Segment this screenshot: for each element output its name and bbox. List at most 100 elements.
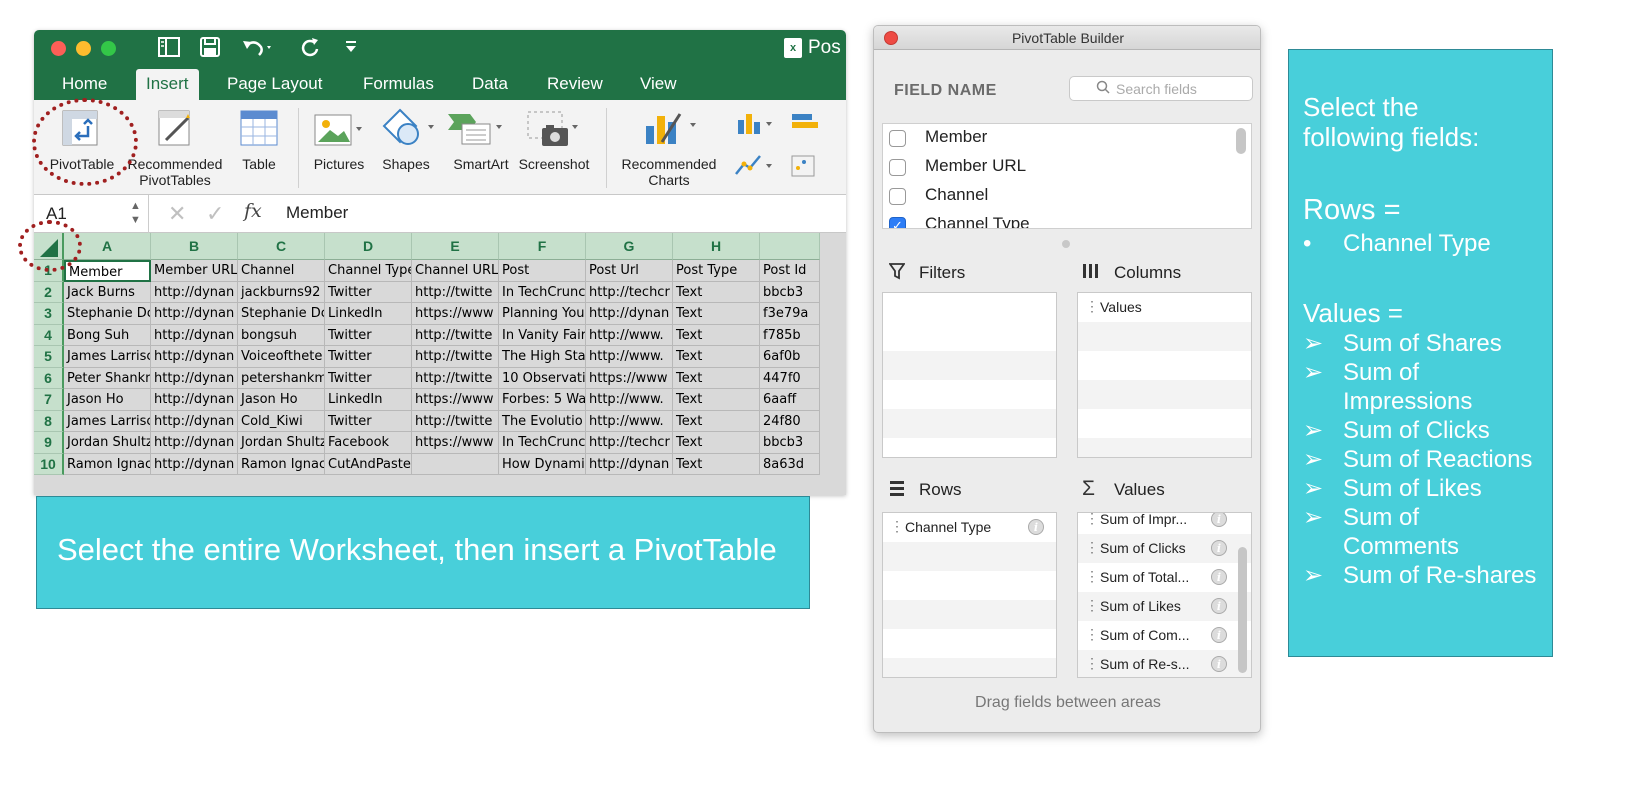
insert-function-icon[interactable]: fx	[244, 200, 262, 222]
row-header[interactable]: 5	[34, 346, 64, 368]
table-cell[interactable]: http://twitte	[412, 324, 499, 346]
tab-insert[interactable]: Insert	[136, 69, 199, 100]
confirm-icon[interactable]: ✓	[206, 201, 224, 227]
row-header[interactable]: 6	[34, 367, 64, 389]
tab-view[interactable]: View	[630, 69, 687, 100]
table-cell[interactable]: http://dynan	[151, 432, 238, 454]
save-icon[interactable]	[200, 37, 220, 62]
table-cell[interactable]: Bong Suh	[64, 324, 151, 346]
info-icon[interactable]: i	[1211, 569, 1227, 585]
columns-item-values[interactable]: ⋮ Values	[1078, 293, 1251, 322]
info-icon[interactable]: i	[1211, 598, 1227, 614]
values-scrollbar[interactable]	[1238, 547, 1247, 673]
table-cell[interactable]: Stephanie Dc	[238, 303, 325, 325]
info-icon[interactable]: i	[1211, 540, 1227, 556]
redo-icon[interactable]	[300, 37, 320, 62]
table-cell[interactable]: Planning You	[499, 303, 586, 325]
drag-grip-icon[interactable]: ⋮	[1085, 513, 1099, 527]
table-cell[interactable]: Jason Ho	[64, 389, 151, 411]
table-button[interactable]: Table	[234, 156, 284, 172]
column-header[interactable]: B	[151, 233, 238, 260]
table-cell[interactable]: Text	[673, 303, 760, 325]
table-cell[interactable]: Cold_Kiwi	[238, 410, 325, 432]
table-cell[interactable]: Voiceofthete	[238, 346, 325, 368]
table-cell[interactable]: http://twitte	[412, 346, 499, 368]
table-cell[interactable]: http://dynan	[151, 453, 238, 475]
table-cell[interactable]: http://techcr	[586, 432, 673, 454]
info-icon[interactable]: i	[1028, 519, 1044, 535]
table-cell[interactable]: The High Sta	[499, 346, 586, 368]
field-item-member[interactable]: Member	[883, 124, 1233, 153]
table-cell[interactable]: http://dynan	[586, 453, 673, 475]
tab-review[interactable]: Review	[537, 69, 613, 100]
minimize-window-button[interactable]	[76, 41, 91, 56]
table-cell[interactable]: https://www	[412, 432, 499, 454]
values-area[interactable]: ⋮ Sum of Impr... i ⋮ Sum of Clicks i ⋮ S…	[1077, 512, 1252, 678]
smartart-icon[interactable]	[446, 112, 506, 151]
table-cell[interactable]: Post Type	[673, 260, 760, 282]
table-cell[interactable]: http://dynan	[151, 346, 238, 368]
table-cell[interactable]: Jordan Shultz	[64, 432, 151, 454]
drag-grip-icon[interactable]: ⋮	[1085, 568, 1099, 585]
table-cell[interactable]: Text	[673, 432, 760, 454]
table-cell[interactable]: Text	[673, 367, 760, 389]
table-cell[interactable]: http://dynan	[151, 389, 238, 411]
row-header[interactable]: 2	[34, 281, 64, 303]
close-window-button[interactable]	[51, 41, 66, 56]
values-item[interactable]: ⋮ Sum of Com... i	[1078, 621, 1251, 650]
shapes-icon[interactable]	[382, 108, 436, 153]
table-cell[interactable]: http://twitte	[412, 367, 499, 389]
recommended-pivottables-button[interactable]: Recommended PivotTables	[120, 156, 230, 188]
undo-icon[interactable]	[241, 37, 275, 62]
rows-item-channel-type[interactable]: ⋮ Channel Type i	[883, 513, 1056, 542]
pictures-icon[interactable]	[314, 114, 364, 151]
table-cell[interactable]: Peter Shankr	[64, 367, 151, 389]
table-cell[interactable]: Forbes: 5 Wa	[499, 389, 586, 411]
table-cell[interactable]: Text	[673, 410, 760, 432]
recommended-charts-icon[interactable]	[644, 108, 700, 153]
table-cell[interactable]: Twitter	[325, 346, 412, 368]
table-cell[interactable]: Channel Type	[325, 260, 412, 282]
cancel-icon[interactable]: ✕	[168, 201, 186, 227]
zoom-window-button[interactable]	[101, 41, 116, 56]
table-cell[interactable]: bbcb3	[760, 281, 820, 303]
column-chart-icon[interactable]	[736, 112, 776, 141]
field-list-scrollbar[interactable]	[1236, 128, 1246, 154]
table-cell[interactable]: http://twitte	[412, 410, 499, 432]
table-cell[interactable]: In TechCrunc	[499, 432, 586, 454]
column-header[interactable]: H	[673, 233, 760, 260]
table-cell[interactable]: Twitter	[325, 281, 412, 303]
field-item-channel[interactable]: Channel	[883, 182, 1233, 211]
field-checkbox[interactable]	[889, 188, 906, 205]
table-cell[interactable]: http://dynan	[151, 303, 238, 325]
search-fields-input[interactable]: Search fields	[1069, 76, 1253, 101]
table-cell[interactable]: Twitter	[325, 367, 412, 389]
table-cell[interactable]: In Vanity Fair	[499, 324, 586, 346]
columns-area[interactable]: ⋮ Values	[1077, 292, 1252, 458]
tab-home[interactable]: Home	[52, 69, 117, 100]
shapes-button[interactable]: Shapes	[374, 156, 438, 172]
table-cell[interactable]: f785b	[760, 324, 820, 346]
sidebar-toggle-icon[interactable]	[158, 37, 180, 62]
table-cell[interactable]: Post	[499, 260, 586, 282]
table-cell[interactable]: How Dynami	[499, 453, 586, 475]
table-cell[interactable]: http://www.	[586, 346, 673, 368]
values-item[interactable]: ⋮ Sum of Clicks i	[1078, 534, 1251, 563]
table-cell[interactable]: Post Url	[586, 260, 673, 282]
table-cell[interactable]: http://dynan	[151, 281, 238, 303]
recommended-charts-button[interactable]: Recommended Charts	[614, 156, 724, 188]
table-cell[interactable]: Ramon Ignac	[64, 453, 151, 475]
filters-area[interactable]	[882, 292, 1057, 458]
table-cell[interactable]: http://www.	[586, 389, 673, 411]
table-cell[interactable]: CutAndPaste	[325, 453, 412, 475]
values-item[interactable]: ⋮ Sum of Total... i	[1078, 563, 1251, 592]
scatter-chart-icon[interactable]	[790, 154, 820, 183]
row-header[interactable]: 8	[34, 410, 64, 432]
table-cell[interactable]: http://dynan	[151, 367, 238, 389]
table-cell[interactable]: http://www.	[586, 324, 673, 346]
table-cell[interactable]: https://www	[586, 367, 673, 389]
table-cell[interactable]: Twitter	[325, 324, 412, 346]
field-checkbox[interactable]	[889, 130, 906, 147]
field-item-channel-type[interactable]: ✓ Channel Type	[883, 211, 1233, 228]
table-cell[interactable]: Text	[673, 389, 760, 411]
